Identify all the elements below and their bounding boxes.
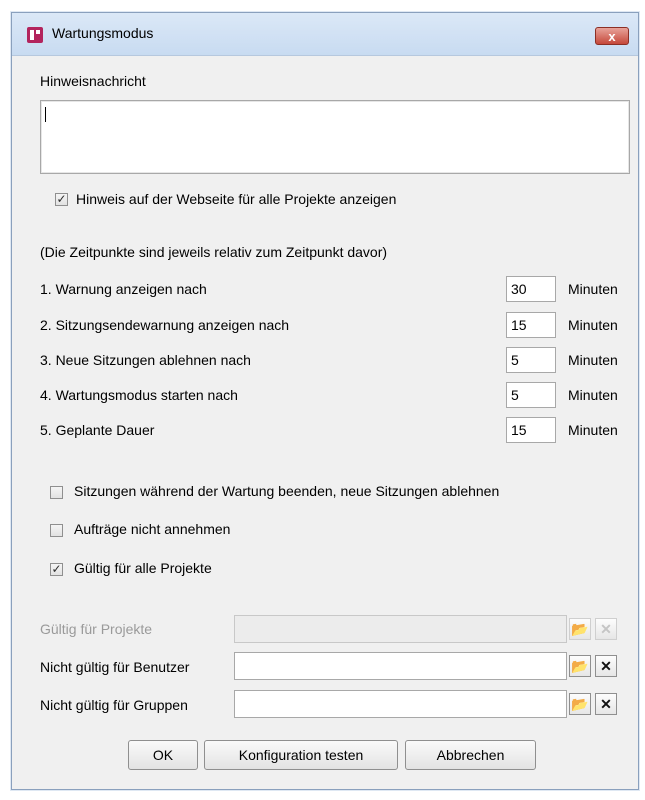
groups-browse-button[interactable]: 📂	[569, 693, 591, 715]
timing-input-3[interactable]: 5	[506, 347, 556, 373]
folder-open-icon: 📂	[571, 658, 589, 674]
users-browse-button[interactable]: 📂	[569, 655, 591, 677]
show-notice-label: Hinweis auf der Webseite für alle Projek…	[76, 191, 397, 207]
timing-label-5: 5. Geplante Dauer	[40, 422, 155, 438]
end-sessions-label: Sitzungen während der Wartung beenden, n…	[74, 483, 500, 499]
timing-unit-1: Minuten	[568, 281, 618, 297]
timing-unit-5: Minuten	[568, 422, 618, 438]
all-projects-label: Gültig für alle Projekte	[74, 560, 212, 576]
close-button[interactable]: x	[595, 27, 629, 45]
groups-clear-button[interactable]: ✕	[595, 693, 617, 715]
timing-input-4[interactable]: 5	[506, 382, 556, 408]
projects-picker-label: Gültig für Projekte	[40, 621, 153, 637]
timing-unit-4: Minuten	[568, 387, 618, 403]
timing-input-5[interactable]: 15	[506, 417, 556, 443]
timing-unit-2: Minuten	[568, 317, 618, 333]
groups-picker-field[interactable]	[234, 690, 567, 718]
timing-unit-3: Minuten	[568, 352, 618, 368]
reject-jobs-label: Aufträge nicht annehmen	[74, 521, 231, 537]
all-projects-checkbox[interactable]: ✓	[50, 563, 63, 576]
clear-x-icon: ✕	[600, 621, 612, 637]
window-title: Wartungsmodus	[52, 25, 154, 41]
checkmark-icon: ✓	[56, 192, 67, 206]
test-configuration-button[interactable]: Konfiguration testen	[204, 740, 398, 770]
projects-clear-button: ✕	[595, 618, 617, 640]
text-caret	[45, 107, 46, 122]
timing-input-2[interactable]: 15	[506, 312, 556, 338]
projects-browse-button: 📂	[569, 618, 591, 640]
checkmark-icon: ✓	[51, 562, 62, 576]
timing-label-2: 2. Sitzungsendewarnung anzeigen nach	[40, 317, 290, 333]
users-picker-field[interactable]	[234, 652, 567, 680]
clear-x-icon: ✕	[600, 658, 612, 674]
clear-x-icon: ✕	[600, 696, 612, 712]
folder-open-icon: 📂	[571, 621, 589, 637]
message-textarea[interactable]	[40, 100, 630, 174]
timing-label-3: 3. Neue Sitzungen ablehnen nach	[40, 352, 251, 368]
users-picker-label: Nicht gültig für Benutzer	[40, 659, 190, 675]
dialog-window: Wartungsmodus x Hinweisnachricht ✓ Hinwe…	[11, 12, 639, 790]
timing-label-4: 4. Wartungsmodus starten nach	[40, 387, 238, 403]
timing-label-1: 1. Warnung anzeigen nach	[40, 281, 207, 297]
reject-jobs-checkbox[interactable]	[50, 524, 63, 537]
message-label: Hinweisnachricht	[40, 73, 146, 89]
relative-note: (Die Zeitpunkte sind jeweils relativ zum…	[40, 244, 388, 260]
app-logo-icon	[27, 27, 43, 43]
timing-input-1[interactable]: 30	[506, 276, 556, 302]
groups-picker-label: Nicht gültig für Gruppen	[40, 697, 188, 713]
show-notice-checkbox[interactable]: ✓	[55, 193, 68, 206]
users-clear-button[interactable]: ✕	[595, 655, 617, 677]
cancel-button[interactable]: Abbrechen	[405, 740, 536, 770]
title-bar[interactable]: Wartungsmodus x	[12, 13, 638, 56]
projects-picker-field	[234, 615, 567, 643]
close-icon: x	[608, 29, 616, 44]
end-sessions-checkbox[interactable]	[50, 486, 63, 499]
ok-button[interactable]: OK	[128, 740, 198, 770]
folder-open-icon: 📂	[571, 696, 589, 712]
